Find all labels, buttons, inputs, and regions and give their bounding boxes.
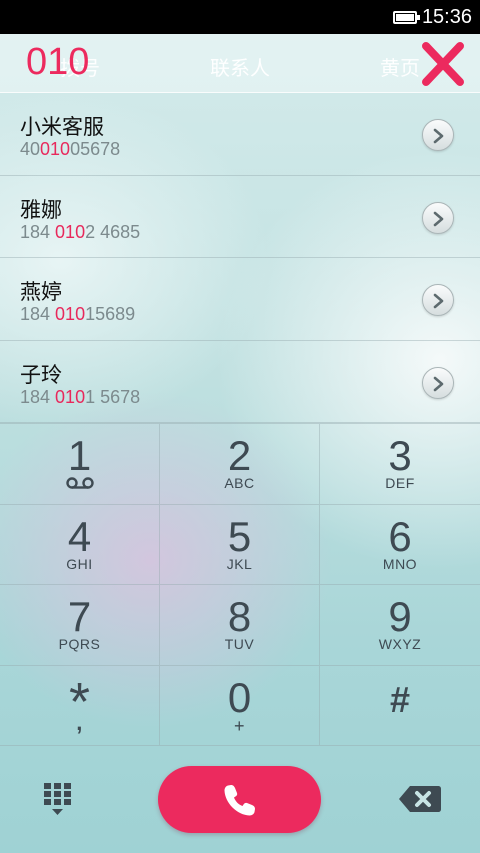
key-letters: TUV <box>224 636 255 652</box>
contact-name: 燕婷 <box>20 281 62 304</box>
key-letters: DEF <box>385 475 415 491</box>
contact-row[interactable]: 雅娜 184 0102 4685 <box>0 176 480 258</box>
chevron-right-icon <box>433 128 444 144</box>
number-match: 010 <box>55 304 86 324</box>
chevron-right-icon <box>433 376 444 391</box>
tab-yellow-pages[interactable]: 黄页 <box>380 52 420 81</box>
contact-results: 小米客服 4001005678 雅娜 184 0102 4685 燕婷 184 … <box>0 93 480 423</box>
key-4[interactable]: 4 GHI <box>0 504 160 585</box>
contact-number: 184 0101 5678 <box>20 387 140 408</box>
key-8[interactable]: 8 TUV <box>160 585 320 666</box>
tab-contacts[interactable]: 联系人 <box>210 52 270 81</box>
key-6[interactable]: 6 MNO <box>320 505 480 585</box>
number-match: 010 <box>55 386 86 407</box>
dialer-header: 拨号 联系人 黄页 010 <box>0 34 480 93</box>
status-time: 15:36 <box>421 5 472 28</box>
backspace-icon <box>399 786 441 812</box>
voicemail-icon <box>66 477 94 489</box>
number-match: 010 <box>55 221 86 242</box>
number-prefix: 184 <box>20 221 56 242</box>
chevron-right-icon <box>433 211 444 226</box>
key-letters: WXYZ <box>378 636 422 652</box>
contact-name: 子玲 <box>20 363 62 387</box>
key-digit: 4 <box>67 512 92 560</box>
key-9[interactable]: 9 WXYZ <box>320 585 480 666</box>
contact-detail-button[interactable] <box>422 119 454 151</box>
battery-icon <box>392 10 420 24</box>
key-7[interactable]: 7 PQRS <box>0 585 160 666</box>
clear-input-button[interactable] <box>418 40 468 88</box>
number-prefix: 40 <box>20 139 41 159</box>
contact-name: 小米客服 <box>20 116 104 139</box>
dialer-action-bar <box>0 745 480 853</box>
key-digit: 0 <box>227 673 252 721</box>
key-letters: ABC <box>224 475 255 491</box>
number-prefix: 184 <box>20 304 56 324</box>
key-3[interactable]: 3 DEF <box>320 424 480 505</box>
close-icon <box>422 42 464 86</box>
number-match: 010 <box>40 139 71 159</box>
contact-number: 4001005678 <box>20 139 120 160</box>
dialed-number[interactable]: 010 <box>26 41 89 84</box>
key-digit: 1 <box>67 432 92 479</box>
key-digit: 2 <box>227 432 252 479</box>
contact-row[interactable]: 子玲 184 0101 5678 <box>0 341 480 423</box>
chevron-right-icon <box>433 293 444 309</box>
key-letters: , <box>76 709 83 735</box>
dialpad-toggle-button[interactable] <box>38 781 80 821</box>
dialpad-icon <box>44 783 71 815</box>
status-bar: 15:36 <box>0 0 480 34</box>
contact-detail-button[interactable] <box>422 284 454 316</box>
key-letters: PQRS <box>58 636 101 652</box>
call-button[interactable] <box>158 766 321 833</box>
key-star[interactable]: * , <box>0 665 160 746</box>
key-digit: 6 <box>388 512 412 560</box>
contact-detail-button[interactable] <box>422 201 454 234</box>
key-letters: + <box>233 715 245 736</box>
contact-row[interactable]: 小米客服 4001005678 <box>0 93 480 176</box>
number-suffix: 05678 <box>70 139 121 159</box>
backspace-button[interactable] <box>396 783 444 815</box>
key-1[interactable]: 1 <box>0 424 160 505</box>
key-0[interactable]: 0 + <box>160 665 320 746</box>
key-digit: 8 <box>227 593 252 640</box>
number-suffix: 15689 <box>85 304 136 324</box>
key-letters: MNO <box>382 555 418 572</box>
number-prefix: 184 <box>20 386 56 407</box>
key-hash[interactable]: # <box>320 666 480 746</box>
contact-number: 184 0102 4685 <box>20 222 140 243</box>
key-digit: # <box>389 678 411 720</box>
key-digit: 5 <box>227 512 252 560</box>
key-2[interactable]: 2 ABC <box>160 424 320 505</box>
key-letters: JKL <box>226 555 253 572</box>
phone-icon <box>224 785 255 816</box>
key-digit: 9 <box>388 593 412 640</box>
key-digit: 3 <box>388 432 412 479</box>
key-letters: GHI <box>66 555 93 572</box>
contact-number: 184 01015689 <box>20 304 135 325</box>
dial-keypad: 1 2 ABC 3 DEF 4 GHI 5 JKL 6 MNO 7 PQRS 8… <box>0 423 480 746</box>
contact-detail-button[interactable] <box>422 366 454 399</box>
key-5[interactable]: 5 JKL <box>160 504 320 585</box>
number-suffix: 1 5678 <box>85 386 141 407</box>
number-suffix: 2 4685 <box>85 221 141 242</box>
contact-name: 雅娜 <box>20 198 62 222</box>
key-digit: 7 <box>67 593 92 640</box>
contact-row[interactable]: 燕婷 184 01015689 <box>0 258 480 341</box>
